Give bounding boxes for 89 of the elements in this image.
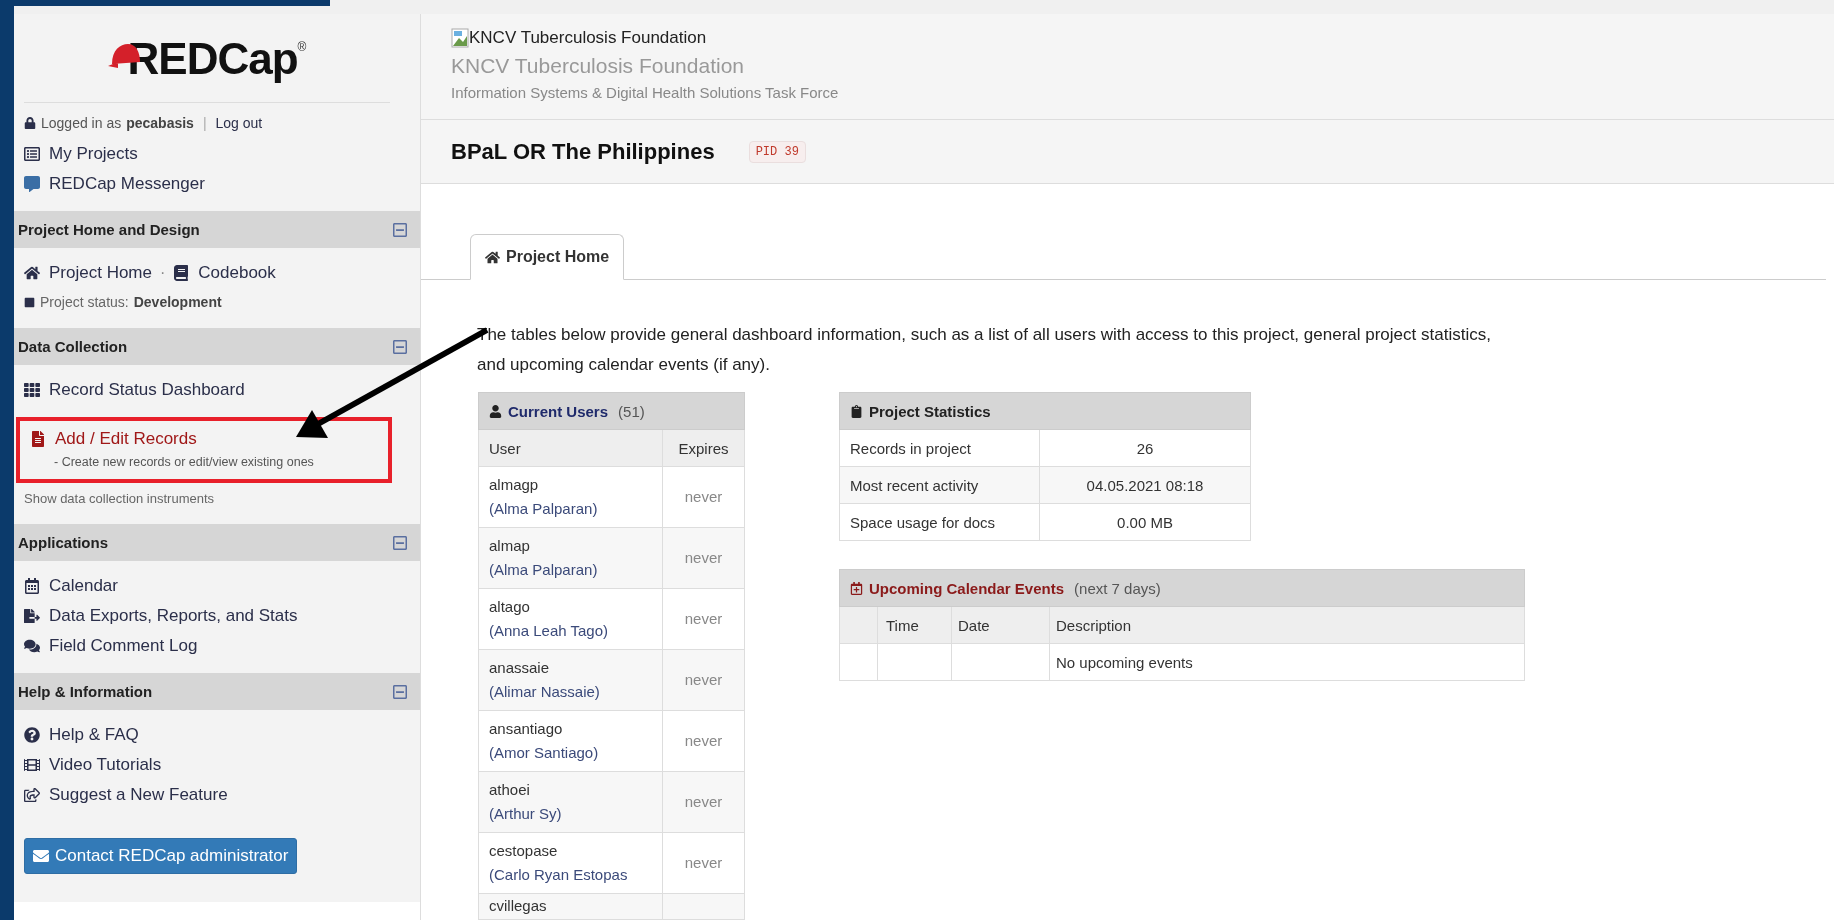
table-cell: almagp (Alma Palparan) xyxy=(478,466,663,528)
table-cell: ansantiago (Amor Santiago) xyxy=(478,710,663,772)
file-export-icon xyxy=(24,608,40,624)
list-icon xyxy=(24,146,40,162)
table-cell: never xyxy=(662,771,745,833)
user-icon xyxy=(489,404,502,418)
collapse-icon[interactable] xyxy=(392,338,408,355)
collapse-icon[interactable] xyxy=(392,221,408,238)
collapse-icon[interactable] xyxy=(392,534,408,551)
table-note: (next 7 days) xyxy=(1074,579,1161,597)
table-cell: cvillegas xyxy=(478,893,663,920)
column-header: User xyxy=(478,429,663,467)
clipboard-icon xyxy=(850,404,863,418)
column-header: Expires xyxy=(662,429,745,467)
table-cell: Records in project xyxy=(839,429,1040,467)
chat-bubble-icon xyxy=(24,176,40,192)
status-value: Development xyxy=(133,294,222,310)
separator: | xyxy=(202,115,207,131)
table-title: Upcoming Calendar Events xyxy=(869,579,1065,597)
collapse-icon[interactable] xyxy=(392,683,408,700)
broken-image-icon xyxy=(451,28,469,48)
sidebar-link[interactable]: Suggest a New Feature xyxy=(14,780,420,810)
book-icon xyxy=(173,265,190,281)
section-title: Project Home and Design xyxy=(18,221,200,238)
sidebar-link[interactable]: REDCap Messenger xyxy=(14,169,420,199)
calendar-icon xyxy=(24,578,40,594)
image-alt-text: KNCV Tuberculosis Foundation xyxy=(469,28,707,48)
user-count: (51) xyxy=(618,402,645,420)
registered-mark: ® xyxy=(297,40,307,54)
table-cell: altago (Anna Leah Tago) xyxy=(478,588,663,650)
section-title: Data Collection xyxy=(18,338,128,355)
table-cell: never xyxy=(662,466,745,528)
table-cell: Space usage for docs xyxy=(839,503,1040,541)
home-icon xyxy=(24,265,40,281)
table-cell: anassaie (Alimar Nassaie) xyxy=(478,649,663,711)
table-cell: never xyxy=(662,710,745,772)
grid-icon xyxy=(24,382,40,398)
film-icon xyxy=(24,757,40,773)
section-title: Applications xyxy=(18,534,108,551)
table-cell: 0.00 MB xyxy=(1039,503,1251,541)
sidebar-link[interactable]: Codebook xyxy=(173,263,276,283)
table-cell: 04.05.2021 08:18 xyxy=(1039,466,1251,504)
link-description: - Create new records or edit/view existing ones xyxy=(53,455,315,469)
table-cell: never xyxy=(662,832,745,894)
logo-text: REDCap xyxy=(127,34,298,84)
column-header: Time xyxy=(877,606,952,644)
organization-name: KNCV Tuberculosis Foundation xyxy=(451,54,745,78)
sidebar-link[interactable]: Help & FAQ xyxy=(14,720,420,750)
sidebar-link[interactable]: My Projects xyxy=(14,139,420,169)
table-cell: never xyxy=(662,527,745,589)
sidebar-link[interactable]: Calendar xyxy=(14,571,420,601)
table-cell: never xyxy=(662,649,745,711)
sidebar-link[interactable]: Add / Edit Records xyxy=(26,429,382,449)
tab[interactable]: Project Home xyxy=(470,234,625,280)
project-id-badge: PID 39 xyxy=(748,140,806,163)
sidebar-link[interactable]: Field Comment Log xyxy=(14,631,420,661)
table-cell: athoei (Arthur Sy) xyxy=(478,771,663,833)
table-cell: never xyxy=(662,588,745,650)
calendar-plus-icon xyxy=(850,581,863,595)
status-label: Project status: xyxy=(40,294,129,310)
column-header: Description xyxy=(1049,606,1525,644)
table-cell: almap (Alma Palparan) xyxy=(478,527,663,589)
help-icon xyxy=(24,727,40,743)
column-header: Date xyxy=(951,606,1050,644)
sidebar-link[interactable]: Data Exports, Reports, and Stats xyxy=(14,601,420,631)
organization-subtitle: Information Systems & Digital Health Solutions Task Force xyxy=(451,84,840,101)
sidebar-link[interactable]: Video Tutorials xyxy=(14,750,420,780)
sidebar-link[interactable]: Project Home xyxy=(24,263,152,283)
table-title: Current Users xyxy=(508,402,609,420)
project-title: BPaL OR The Philippines xyxy=(451,138,715,165)
table-cell: Most recent activity xyxy=(839,466,1040,504)
table-title: Project Statistics xyxy=(869,402,991,420)
lock-icon xyxy=(24,117,36,129)
home-icon xyxy=(485,249,500,265)
section-title: Help & Information xyxy=(18,683,153,700)
table-cell: 26 xyxy=(1039,429,1251,467)
login-label: Logged in as xyxy=(41,115,122,131)
logout-link[interactable]: Log out xyxy=(215,115,263,131)
sidebar-link[interactable]: Record Status Dashboard xyxy=(14,375,420,405)
share-icon xyxy=(24,787,40,803)
separator-dot: · xyxy=(160,264,166,282)
table-cell: No upcoming events xyxy=(1049,643,1525,681)
sidebar-note[interactable]: Show data collection instruments xyxy=(14,483,420,512)
comments-icon xyxy=(24,638,40,654)
username: pecabasis xyxy=(126,115,194,131)
document-icon xyxy=(30,431,46,447)
envelope-icon xyxy=(33,848,49,864)
contact-admin-button[interactable]: Contact REDCap administrator xyxy=(24,838,298,874)
table-cell: cestopase (Carlo Ryan Estopas xyxy=(478,832,663,894)
